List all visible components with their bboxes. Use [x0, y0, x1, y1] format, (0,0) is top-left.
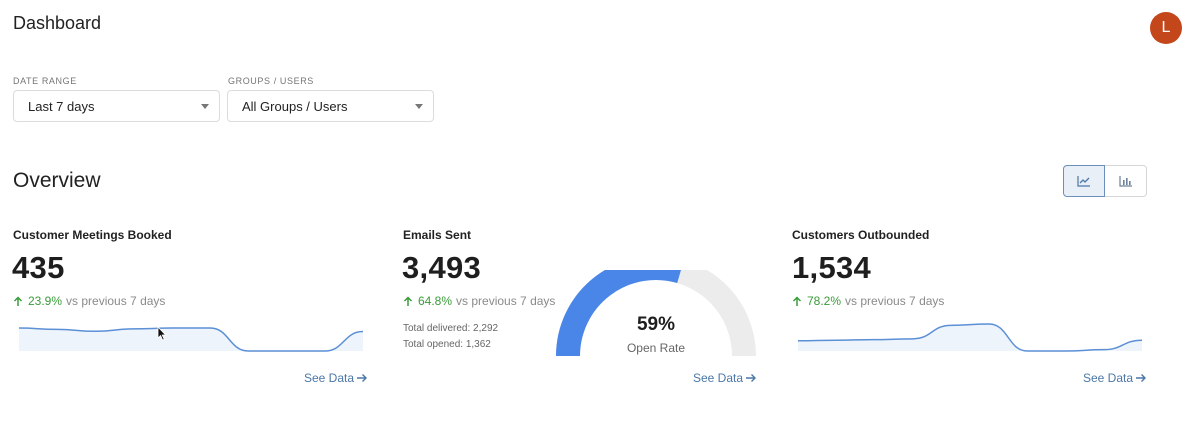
delta-text: vs previous 7 days	[66, 294, 166, 308]
outbounded-see-data-link[interactable]: See Data	[1083, 371, 1147, 385]
emails-see-data-link[interactable]: See Data	[693, 371, 757, 385]
caret-down-icon	[201, 104, 209, 109]
delta-text: vs previous 7 days	[845, 294, 945, 308]
arrow-up-icon	[13, 295, 25, 307]
outbounded-sparkline	[797, 323, 1143, 352]
delta-text: vs previous 7 days	[456, 294, 556, 308]
date-range-select[interactable]: Last 7 days	[13, 90, 220, 122]
meetings-see-data-link[interactable]: See Data	[304, 371, 368, 385]
arrow-right-icon	[746, 374, 757, 382]
date-range-value: Last 7 days	[28, 98, 95, 114]
meetings-card-value: 435	[12, 250, 65, 285]
sparkline-area	[798, 324, 1142, 351]
arrow-up-icon	[403, 295, 415, 307]
sparkline-area	[19, 328, 363, 351]
chart-view-toggle	[1063, 165, 1147, 197]
avatar[interactable]: L	[1150, 12, 1182, 44]
bar-chart-view-button[interactable]	[1105, 165, 1147, 197]
meetings-card-title: Customer Meetings Booked	[13, 228, 172, 242]
groups-users-select[interactable]: All Groups / Users	[227, 90, 434, 122]
line-chart-icon	[1077, 176, 1090, 187]
groups-users-value: All Groups / Users	[242, 98, 348, 114]
arrow-up-icon	[792, 295, 804, 307]
mouse-cursor-icon	[157, 326, 167, 341]
delta-percent: 64.8%	[418, 294, 453, 308]
bar-chart-icon	[1118, 176, 1132, 187]
see-data-label: See Data	[693, 371, 744, 385]
meetings-sparkline	[18, 327, 364, 352]
emails-card-title: Emails Sent	[403, 228, 472, 242]
delta-percent: 23.9%	[28, 294, 63, 308]
arrow-right-icon	[1136, 374, 1147, 382]
outbounded-card-value: 1,534	[792, 250, 872, 285]
meetings-card-delta: 23.9% vs previous 7 days	[13, 294, 165, 308]
outbounded-card-delta: 78.2% vs previous 7 days	[792, 294, 944, 308]
total-opened: Total opened: 1,362	[403, 339, 491, 350]
overview-title: Overview	[13, 169, 101, 192]
groups-users-label: GROUPS / USERS	[228, 76, 314, 86]
caret-down-icon	[415, 104, 423, 109]
total-delivered: Total delivered: 2,292	[403, 323, 499, 334]
see-data-label: See Data	[1083, 371, 1134, 385]
open-rate-label: Open Rate	[626, 341, 686, 355]
emails-card-delta: 64.8% vs previous 7 days	[403, 294, 555, 308]
delta-percent: 78.2%	[807, 294, 842, 308]
see-data-label: See Data	[304, 371, 355, 385]
page-title: Dashboard	[13, 13, 102, 33]
date-range-label: DATE RANGE	[13, 76, 77, 86]
outbounded-card-title: Customers Outbounded	[792, 228, 930, 242]
arrow-right-icon	[357, 374, 368, 382]
open-rate-value: 59%	[636, 314, 676, 335]
line-chart-view-button[interactable]	[1063, 165, 1105, 197]
emails-card-value: 3,493	[402, 250, 482, 285]
